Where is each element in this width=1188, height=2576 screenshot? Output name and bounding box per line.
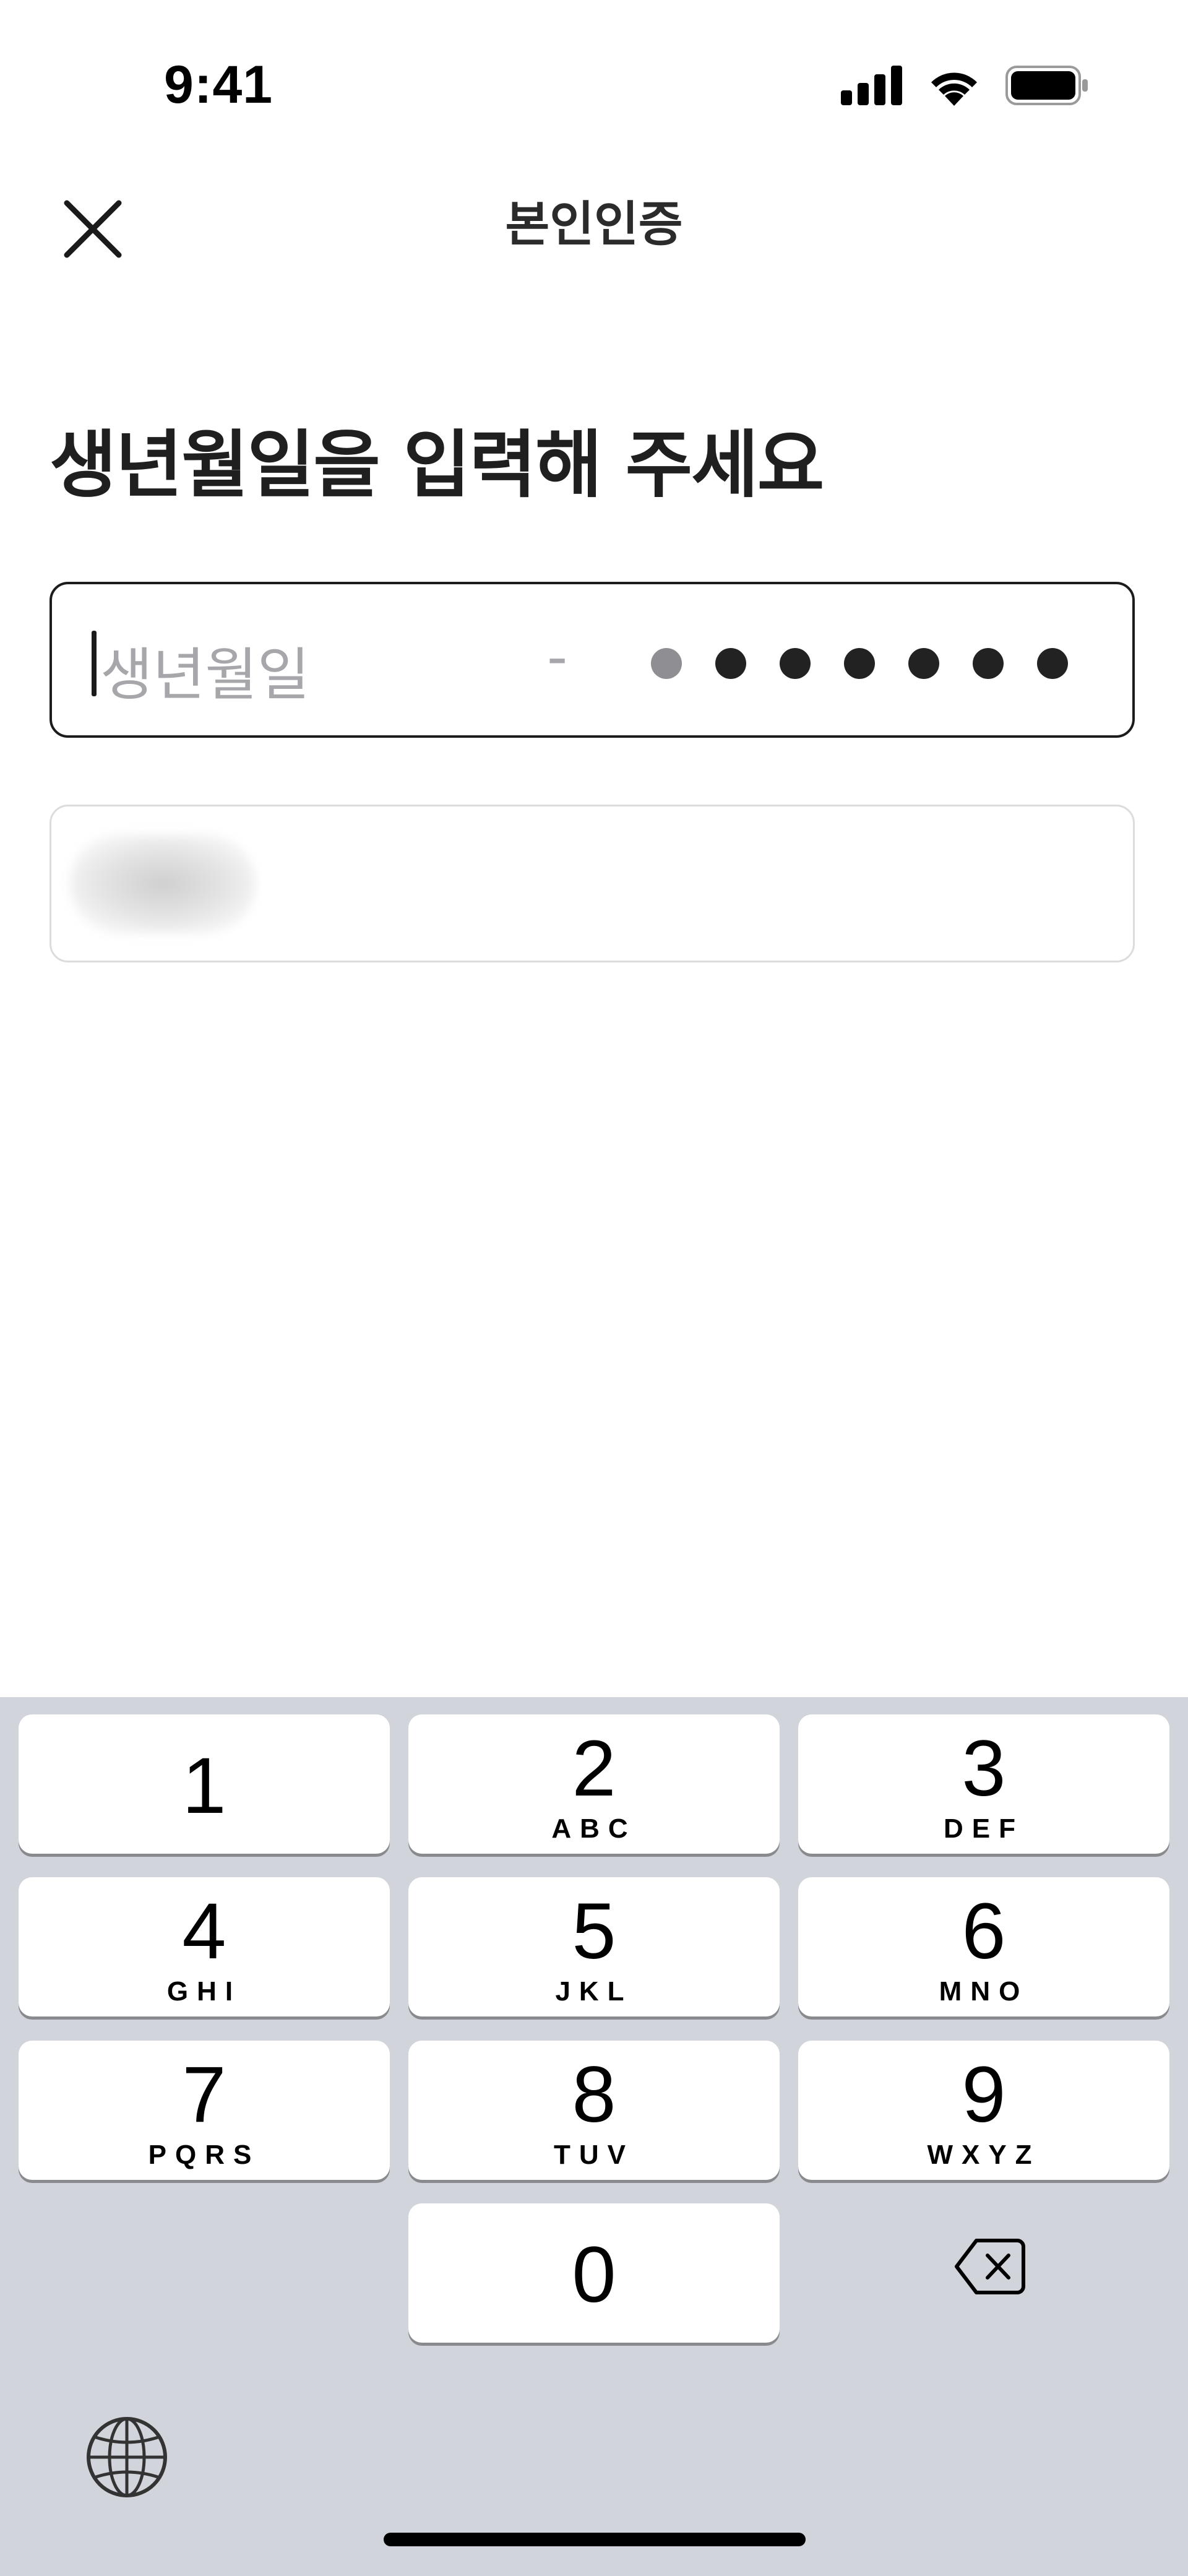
globe-icon — [87, 2417, 167, 2497]
signal-icon — [841, 66, 902, 105]
key-digit: 8 — [572, 2051, 616, 2139]
key-3[interactable]: 3 DEF — [798, 1714, 1169, 1854]
key-digit: 2 — [572, 1724, 616, 1813]
key-1[interactable]: 1 — [19, 1714, 390, 1854]
battery-icon — [1005, 66, 1088, 105]
key-9[interactable]: 9 WXYZ — [798, 2041, 1169, 2180]
key-4[interactable]: 4 GHI — [19, 1877, 390, 2016]
key-8[interactable]: 8 TUV — [408, 2041, 780, 2180]
globe-key[interactable] — [84, 2414, 170, 2500]
key-5[interactable]: 5 JKL — [408, 1877, 780, 2016]
masked-digit — [908, 648, 939, 679]
carrier-input[interactable] — [50, 805, 1135, 962]
status-bar: 9:41 — [0, 0, 1188, 136]
masked-digit — [715, 648, 746, 679]
page-title: 본인인증 — [505, 197, 683, 253]
birthdate-input[interactable]: 생년월일 - — [50, 582, 1135, 738]
key-digit: 5 — [572, 1887, 616, 1976]
masked-digit — [844, 648, 875, 679]
key-digit: 6 — [962, 1887, 1006, 1976]
key-0[interactable]: 0 — [408, 2203, 780, 2343]
birthdate-placeholder: 생년월일 — [100, 642, 310, 708]
key-letters: MNO — [939, 1976, 1029, 2007]
masked-digit — [780, 648, 811, 679]
key-letters: JKL — [555, 1976, 633, 2007]
key-letters: GHI — [166, 1976, 242, 2007]
separator-dash: - — [547, 624, 568, 690]
key-letters: TUV — [554, 2140, 634, 2170]
key-6[interactable]: 6 MNO — [798, 1877, 1169, 2016]
status-icons — [841, 65, 1089, 106]
key-digit: 0 — [572, 2231, 616, 2319]
key-letters: DEF — [944, 1813, 1024, 1844]
key-digit: 9 — [962, 2051, 1006, 2139]
key-digit: 4 — [182, 1887, 226, 1976]
home-indicator[interactable] — [384, 2533, 806, 2546]
key-7[interactable]: 7 PQRS — [19, 2041, 390, 2180]
key-letters: WXYZ — [927, 2140, 1041, 2170]
key-digit: 1 — [182, 1742, 226, 1830]
key-letters: PQRS — [148, 2140, 260, 2170]
key-2[interactable]: 2 ABC — [408, 1714, 780, 1854]
key-letters: ABC — [551, 1813, 637, 1844]
masked-digit — [651, 648, 682, 679]
masked-digit — [1037, 648, 1068, 679]
backspace-key[interactable] — [953, 2236, 1027, 2297]
status-time: 9:41 — [164, 55, 273, 115]
key-digit: 7 — [182, 2051, 226, 2139]
backspace-icon — [955, 2239, 1025, 2294]
key-digit: 3 — [962, 1724, 1006, 1813]
wifi-icon — [931, 72, 977, 106]
blurred-content — [70, 834, 256, 933]
text-cursor — [92, 631, 97, 696]
masked-id-digits — [651, 648, 1068, 679]
form-heading: 생년월일을 입력해 주세요 — [50, 422, 824, 508]
masked-digit — [973, 648, 1004, 679]
